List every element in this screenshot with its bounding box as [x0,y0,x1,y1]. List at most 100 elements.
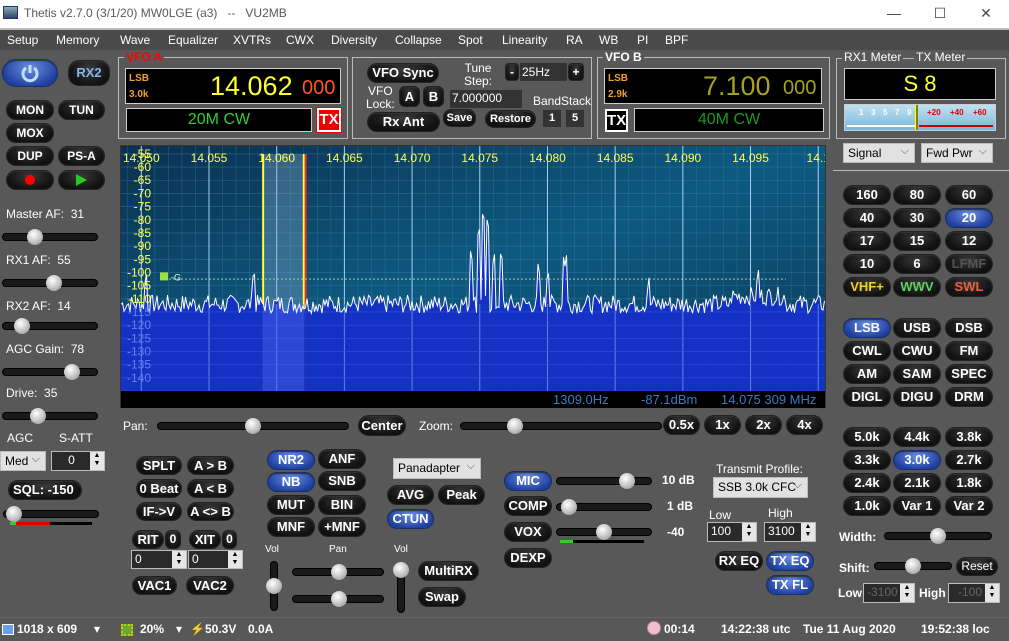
master-af-slider[interactable] [2,229,98,245]
filter-button-2-4k[interactable]: 2.4k [843,473,891,493]
mode-button-spec[interactable]: SPEC [945,364,993,384]
rx2-af-slider[interactable] [2,318,98,334]
power-button[interactable] [2,59,58,87]
nr2-button[interactable]: NR2 [267,450,315,470]
tx-meter-select[interactable]: Fwd Pwr ⌵ [921,143,993,163]
slider-thumb[interactable] [266,578,282,594]
rx-meter-select[interactable]: Signal ⌵ [843,143,915,163]
mode-button-usb[interactable]: USB [893,318,941,338]
rx-eq-button[interactable]: RX EQ [715,551,763,571]
menu-collapse[interactable]: Collapse [395,33,442,47]
xit-spinner[interactable]: 0 ▲ ▼ [188,550,243,569]
mute-button[interactable]: MUT [267,495,315,515]
band-button-80[interactable]: 80 [893,185,941,205]
a-to-b-button[interactable]: A > B [187,456,234,475]
zoom-1x-button[interactable]: 1x [704,415,741,435]
filter-shift-slider[interactable] [874,558,952,574]
band-button-40[interactable]: 40 [843,208,891,228]
mode-button-dsb[interactable]: DSB [945,318,993,338]
band-button-swl[interactable]: SWL [945,277,993,297]
menu-pi[interactable]: PI [637,33,648,47]
ctun-button[interactable]: CTUN [387,509,434,529]
spectrum-display[interactable]: -G14.050 14.055 14.060 14.065 14.070 14.075 14… [121,146,825,391]
transmit-profile-select[interactable]: SSB 3.0k CFC ⌵ [713,477,808,498]
comp-button[interactable]: COMP [504,496,552,516]
menu-wb[interactable]: WB [599,33,618,47]
filter-button-var-2[interactable]: Var 2 [945,496,993,516]
rit-spinner[interactable]: 0 ▲ ▼ [131,550,187,569]
vfo-sync-button[interactable]: VFO Sync [367,63,439,83]
vac2-button[interactable]: VAC2 [186,576,234,595]
bin-button[interactable]: BIN [318,495,366,515]
display-mode-select[interactable]: Panadapter ⌵ [393,458,481,479]
slider-thumb[interactable] [393,562,409,578]
tun-button[interactable]: TUN [58,100,105,120]
band-button-15[interactable]: 15 [893,231,941,251]
mode-button-fm[interactable]: FM [945,341,993,361]
filter-button-2-7k[interactable]: 2.7k [945,450,993,470]
mode-button-lsb[interactable]: LSB [843,318,891,338]
menu-xvtrs[interactable]: XVTRs [233,33,271,47]
tx-filter-button[interactable]: TX FL [766,575,814,595]
tune-step-value[interactable]: 25Hz [520,63,567,81]
anf-button[interactable]: ANF [318,449,366,469]
ps-a-button[interactable]: PS-A [58,146,105,166]
maximize-button[interactable]: ☐ [917,0,963,28]
filter-button-1-0k[interactable]: 1.0k [843,496,891,516]
mic-button[interactable]: MIC [504,471,552,491]
menu-linearity[interactable]: Linearity [502,33,547,47]
spin-arrows-icon[interactable]: ▲ ▼ [742,523,756,541]
slider-thumb[interactable] [245,418,261,434]
nb-button[interactable]: NB [267,472,315,492]
rx2-pan-slider[interactable] [292,591,384,607]
spin-arrows-icon[interactable]: ▲ ▼ [801,523,815,541]
rit-button[interactable]: RIT [132,530,164,549]
filter-button-2-1k[interactable]: 2.1k [893,473,941,493]
rx2-button[interactable]: RX2 [68,60,110,86]
band-button-wwv[interactable]: WWV [893,277,941,297]
mode-button-am[interactable]: AM [843,364,891,384]
spin-arrows-icon[interactable]: ▲ ▼ [228,551,242,568]
rx1-volume-slider[interactable] [266,561,282,611]
snb-button[interactable]: SNB [318,471,366,491]
filter-button-var-1[interactable]: Var 1 [893,496,941,516]
spin-arrows-icon[interactable]: ▲ ▼ [172,551,186,568]
restore-button[interactable]: Restore [485,110,536,128]
zoom-2x-button[interactable]: 2x [745,415,782,435]
tx-high-spinner[interactable]: 3100 ▲ ▼ [764,522,816,542]
filter-width-slider[interactable] [884,528,992,544]
menu-memory[interactable]: Memory [56,33,99,47]
swap-button[interactable]: Swap [418,587,466,607]
s-att-spinner[interactable]: 0 ▲ ▼ [51,451,105,471]
pan-slider[interactable] [157,418,349,434]
menu-bpf[interactable]: BPF [665,33,688,47]
split-button[interactable]: SPLT [136,456,182,475]
vac1-button[interactable]: VAC1 [132,576,177,595]
vfo-b-display[interactable]: LSB 2.9k 7.100 000 [604,68,822,104]
vfo-a-display[interactable]: LSB 3.0k 14.062 000 [125,68,341,104]
mode-button-digl[interactable]: DIGL [843,387,891,407]
menu-setup[interactable]: Setup [7,33,38,47]
filter-button-1-8k[interactable]: 1.8k [945,473,993,493]
band-button-60[interactable]: 60 [945,185,993,205]
filter-button-3-3k[interactable]: 3.3k [843,450,891,470]
zoom-0-5x-button[interactable]: 0.5x [663,415,700,435]
sql-button[interactable]: SQL: -150 [8,480,82,500]
dup-button[interactable]: DUP [6,146,54,166]
slider-thumb[interactable] [45,275,62,291]
slider-thumb[interactable] [63,364,80,380]
slider-thumb[interactable] [27,229,44,245]
menu-diversity[interactable]: Diversity [331,33,377,47]
band-button-30[interactable]: 30 [893,208,941,228]
slider-thumb[interactable] [905,558,921,574]
bandstack-index[interactable]: 1 [543,110,561,127]
menu-wave[interactable]: Wave [120,33,150,47]
if-to-v-button[interactable]: IF->V [136,502,182,521]
filter-reset-button[interactable]: Reset [956,557,998,576]
save-button[interactable]: Save [443,109,476,127]
filter-button-5-0k[interactable]: 5.0k [843,427,891,447]
vox-slider[interactable] [556,524,652,540]
slider-thumb[interactable] [930,528,946,544]
slider-thumb[interactable] [619,473,636,489]
slider-thumb[interactable] [331,591,347,607]
